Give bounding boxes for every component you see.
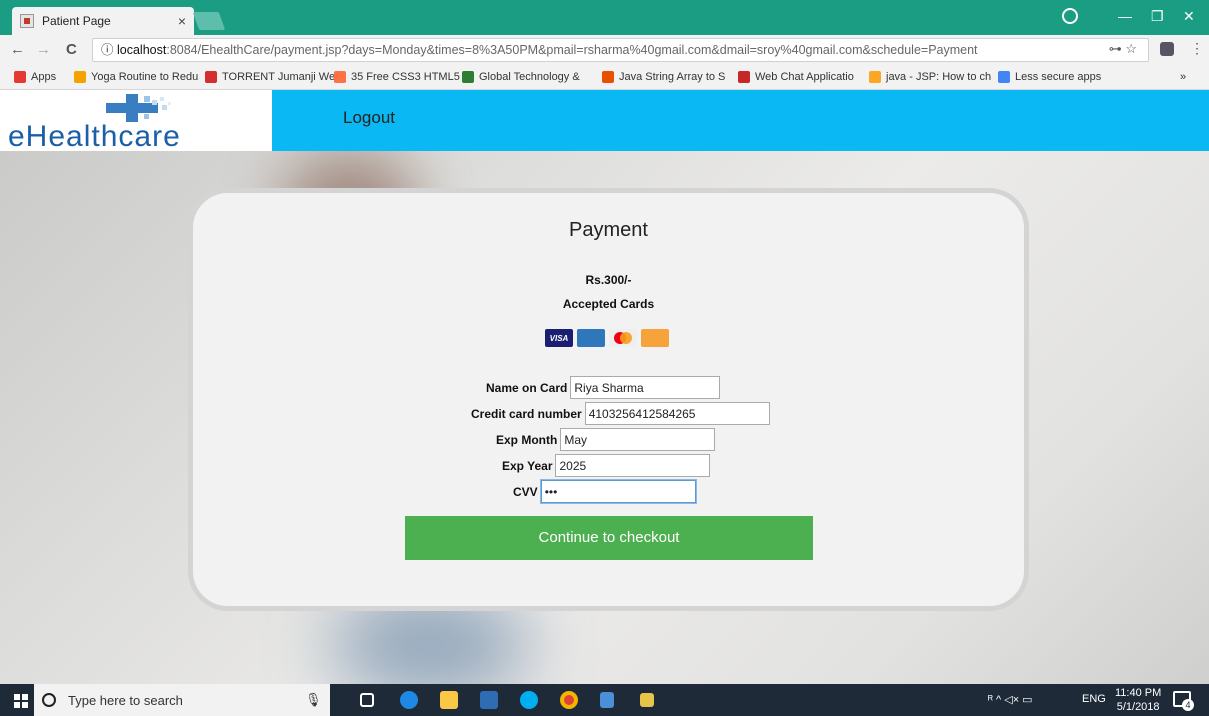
clock-time: 11:40 PM — [1115, 687, 1162, 699]
bookmark-item[interactable]: 35 Free CSS3 HTML5 — [334, 71, 460, 83]
bookmark-star-icon[interactable]: ⊶ ☆ — [1109, 41, 1137, 57]
media-player-icon[interactable] — [480, 691, 498, 709]
bookmark-item[interactable]: Apps — [14, 71, 56, 83]
name-on-card-row: Name on Card — [486, 376, 721, 399]
system-tray-icons[interactable]: ᴿ ^ ◁× ▭ — [988, 693, 1033, 706]
bookmark-item[interactable]: Java String Array to S — [602, 71, 725, 83]
taskbar-search-placeholder: Type here to search — [68, 692, 183, 708]
exp-year-row: Exp Year — [502, 454, 711, 477]
medical-cross-icon — [106, 94, 171, 122]
cvv-label: CVV — [513, 484, 538, 499]
tab-favicon-icon — [20, 14, 34, 28]
clock-date: 5/1/2018 — [1116, 701, 1160, 713]
new-tab-button[interactable] — [192, 12, 226, 30]
language-indicator[interactable]: ENG — [1082, 693, 1106, 705]
url-path: :8084/EhealthCare/payment.jsp?days=Monda… — [166, 43, 978, 57]
windows-taskbar: Type here to search 🎙 ᴿ ^ ◁× ▭ ENG 11:40… — [0, 684, 1209, 716]
bookmark-item[interactable]: Less secure apps — [998, 71, 1101, 83]
profile-icon[interactable] — [1062, 8, 1078, 24]
card-number-label: Credit card number — [471, 406, 582, 421]
bookmark-item[interactable]: java - JSP: How to ch — [869, 71, 991, 83]
virtualbox-icon[interactable] — [600, 692, 614, 708]
card-number-input[interactable] — [584, 402, 770, 425]
mastercard-icon — [609, 329, 637, 347]
bookmark-icon — [869, 71, 881, 83]
bookmark-icon — [74, 71, 86, 83]
microphone-icon[interactable]: 🎙 — [305, 692, 322, 708]
continue-to-checkout-button[interactable]: Continue to checkout — [405, 516, 813, 560]
amex-icon — [577, 329, 605, 347]
exp-month-input[interactable] — [560, 428, 716, 451]
windows-start-icon[interactable] — [14, 694, 28, 708]
bookmark-item[interactable]: Yoga Routine to Redu — [74, 71, 198, 83]
notification-badge: 4 — [1182, 699, 1194, 711]
logout-link[interactable]: Logout — [343, 108, 395, 128]
tab-close-icon[interactable]: × — [178, 13, 186, 29]
close-window-icon[interactable]: ✕ — [1183, 8, 1195, 25]
extension-icon[interactable] — [1160, 42, 1174, 56]
tab-title: Patient Page — [42, 14, 111, 28]
name-on-card-input[interactable] — [570, 376, 721, 399]
minimize-icon[interactable]: — — [1118, 8, 1132, 24]
apps-icon — [14, 71, 26, 83]
edge-icon[interactable] — [400, 691, 418, 709]
task-view-icon[interactable] — [360, 693, 374, 707]
payment-amount: Rs.300/- — [585, 273, 632, 287]
card-number-row: Credit card number — [471, 402, 770, 425]
bookmarks-more[interactable]: » — [1180, 71, 1186, 83]
bookmark-icon — [602, 71, 614, 83]
bookmark-icon — [738, 71, 750, 83]
cvv-row: CVV — [513, 479, 697, 504]
browser-menu-icon[interactable]: ⋮ — [1190, 40, 1204, 57]
bookmark-item[interactable]: Global Technology & — [462, 71, 580, 83]
taskbar-clock[interactable]: 11:40 PM 5/1/2018 — [1115, 686, 1161, 714]
skype-icon[interactable] — [520, 691, 538, 709]
browser-titlebar: Patient Page × — ❐ ✕ — [0, 0, 1209, 35]
discover-icon — [641, 329, 669, 347]
back-icon[interactable]: ← — [10, 41, 25, 58]
google-icon — [998, 71, 1010, 83]
cvv-input[interactable] — [539, 479, 697, 504]
file-explorer-icon[interactable] — [440, 691, 458, 709]
site-header: eHealthcare Logout — [0, 90, 1209, 153]
site-logo[interactable]: eHealthcare — [0, 90, 272, 153]
visa-icon: VISA — [545, 329, 573, 347]
payment-title: Payment — [569, 219, 648, 241]
accepted-cards-label: Accepted Cards — [562, 297, 655, 311]
cortana-icon — [42, 693, 56, 707]
bookmark-icon — [205, 71, 217, 83]
taskbar-search[interactable]: Type here to search — [34, 684, 330, 716]
browser-toolbar: ← → C ⓘ localhost:8084/EhealthCare/payme… — [0, 35, 1209, 65]
forward-icon[interactable]: → — [36, 41, 51, 58]
exp-year-label: Exp Year — [502, 458, 553, 473]
address-bar[interactable]: ⓘ localhost:8084/EhealthCare/payment.jsp… — [92, 38, 1149, 62]
browser-tab[interactable]: Patient Page × — [12, 7, 194, 35]
logo-text: eHealthcare — [8, 120, 181, 153]
bookmark-icon — [462, 71, 474, 83]
chrome-icon[interactable] — [560, 691, 578, 709]
accepted-cards-logos: VISA — [545, 329, 669, 347]
name-on-card-label: Name on Card — [486, 380, 568, 395]
exp-year-input[interactable] — [555, 454, 711, 477]
exp-month-label: Exp Month — [496, 432, 558, 447]
site-info-icon[interactable]: ⓘ — [101, 43, 114, 57]
maximize-icon[interactable]: ❐ — [1151, 8, 1164, 25]
bookmarks-bar: Apps Yoga Routine to Redu TORRENT Jumanj… — [0, 65, 1209, 90]
reload-icon[interactable]: C — [66, 41, 77, 58]
bookmark-item[interactable]: Web Chat Applicatio — [738, 71, 854, 83]
bookmark-item[interactable]: TORRENT Jumanji We — [205, 71, 335, 83]
snipping-tool-icon[interactable] — [640, 693, 654, 707]
payment-card: Payment Rs.300/- Accepted Cards VISA Nam… — [188, 188, 1029, 611]
url-host: localhost — [117, 43, 167, 57]
exp-month-row: Exp Month — [496, 428, 716, 451]
page-body: eHealthcare Logout Payment Rs.300/- Acce… — [0, 90, 1209, 684]
bookmark-icon — [334, 71, 346, 83]
